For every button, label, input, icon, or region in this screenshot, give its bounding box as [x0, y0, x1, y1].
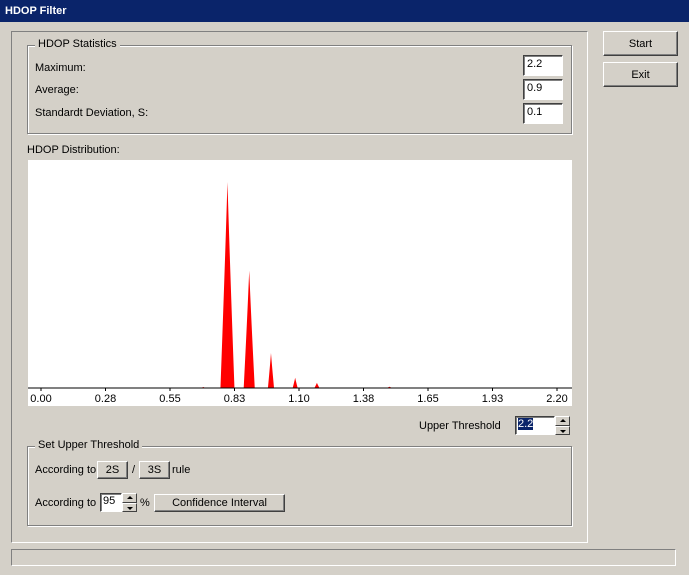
rule-label: rule: [172, 464, 191, 476]
hdop-statistics-group: HDOP Statistics: [27, 38, 572, 134]
according-to-percent-label: According to: [35, 497, 97, 509]
x-tick-label: 1.65: [417, 393, 438, 405]
percent-sign: %: [140, 497, 150, 509]
according-to-rule-label: According to: [35, 464, 97, 476]
distribution-peak-2: [243, 270, 255, 388]
arrow-up-icon: [127, 496, 133, 499]
window-title: HDOP Filter: [0, 0, 689, 22]
maximum-field[interactable]: 2.2: [523, 55, 563, 76]
distribution-peak-1: [220, 182, 235, 388]
status-bar: [11, 549, 676, 566]
x-tick-label: 1.10: [288, 393, 309, 405]
spin-up-button[interactable]: [555, 416, 570, 426]
percent-field[interactable]: 95: [100, 493, 122, 512]
average-field[interactable]: 0.9: [523, 79, 563, 100]
stddev-field[interactable]: 0.1: [523, 103, 563, 124]
set-upper-threshold-group: Set Upper Threshold: [27, 439, 572, 526]
x-tick-label: 0.28: [95, 393, 116, 405]
maximum-label: Maximum:: [35, 62, 86, 74]
arrow-down-icon: [127, 506, 133, 510]
percent-spinner[interactable]: [122, 493, 137, 512]
distribution-peak-5: [314, 382, 320, 388]
set-upper-threshold-title: Set Upper Threshold: [35, 439, 143, 451]
x-tick-label: 0.83: [224, 393, 245, 405]
x-tick-label: 2.20: [546, 393, 567, 405]
rule-3s-button[interactable]: 3S: [139, 461, 170, 479]
arrow-down-icon: [560, 429, 566, 433]
upper-threshold-value: 2.2: [518, 418, 534, 430]
distribution-label: HDOP Distribution:: [27, 144, 120, 156]
hdop-distribution-chart: 0.00 0.28 0.55 0.83 1.10 1.38 1.65 1.93 2.20: [28, 160, 572, 406]
rule-slash: /: [132, 464, 136, 476]
start-button[interactable]: Start: [603, 31, 678, 56]
percent-spin-up-button[interactable]: [122, 493, 137, 503]
upper-threshold-field[interactable]: 2.2: [515, 416, 555, 435]
distribution-peak-4: [292, 377, 298, 388]
upper-threshold-label: Upper Threshold: [419, 420, 501, 432]
percent-spin-down-button[interactable]: [122, 502, 137, 512]
arrow-up-icon: [560, 419, 566, 422]
average-label: Average:: [35, 84, 79, 96]
distribution-peak-3: [267, 352, 275, 388]
exit-button[interactable]: Exit: [603, 62, 678, 87]
x-tick-label: 0.00: [30, 393, 51, 405]
upper-threshold-spinner[interactable]: [555, 416, 570, 435]
x-tick-label: 0.55: [159, 393, 180, 405]
x-tick-label: 1.93: [482, 393, 503, 405]
spin-down-button[interactable]: [555, 425, 570, 435]
hdop-statistics-title: HDOP Statistics: [35, 38, 120, 50]
stddev-label: Standardt Deviation, S:: [35, 107, 149, 119]
confidence-interval-button[interactable]: Confidence Interval: [154, 494, 285, 512]
x-tick-label: 1.38: [353, 393, 374, 405]
rule-2s-button[interactable]: 2S: [97, 461, 128, 479]
